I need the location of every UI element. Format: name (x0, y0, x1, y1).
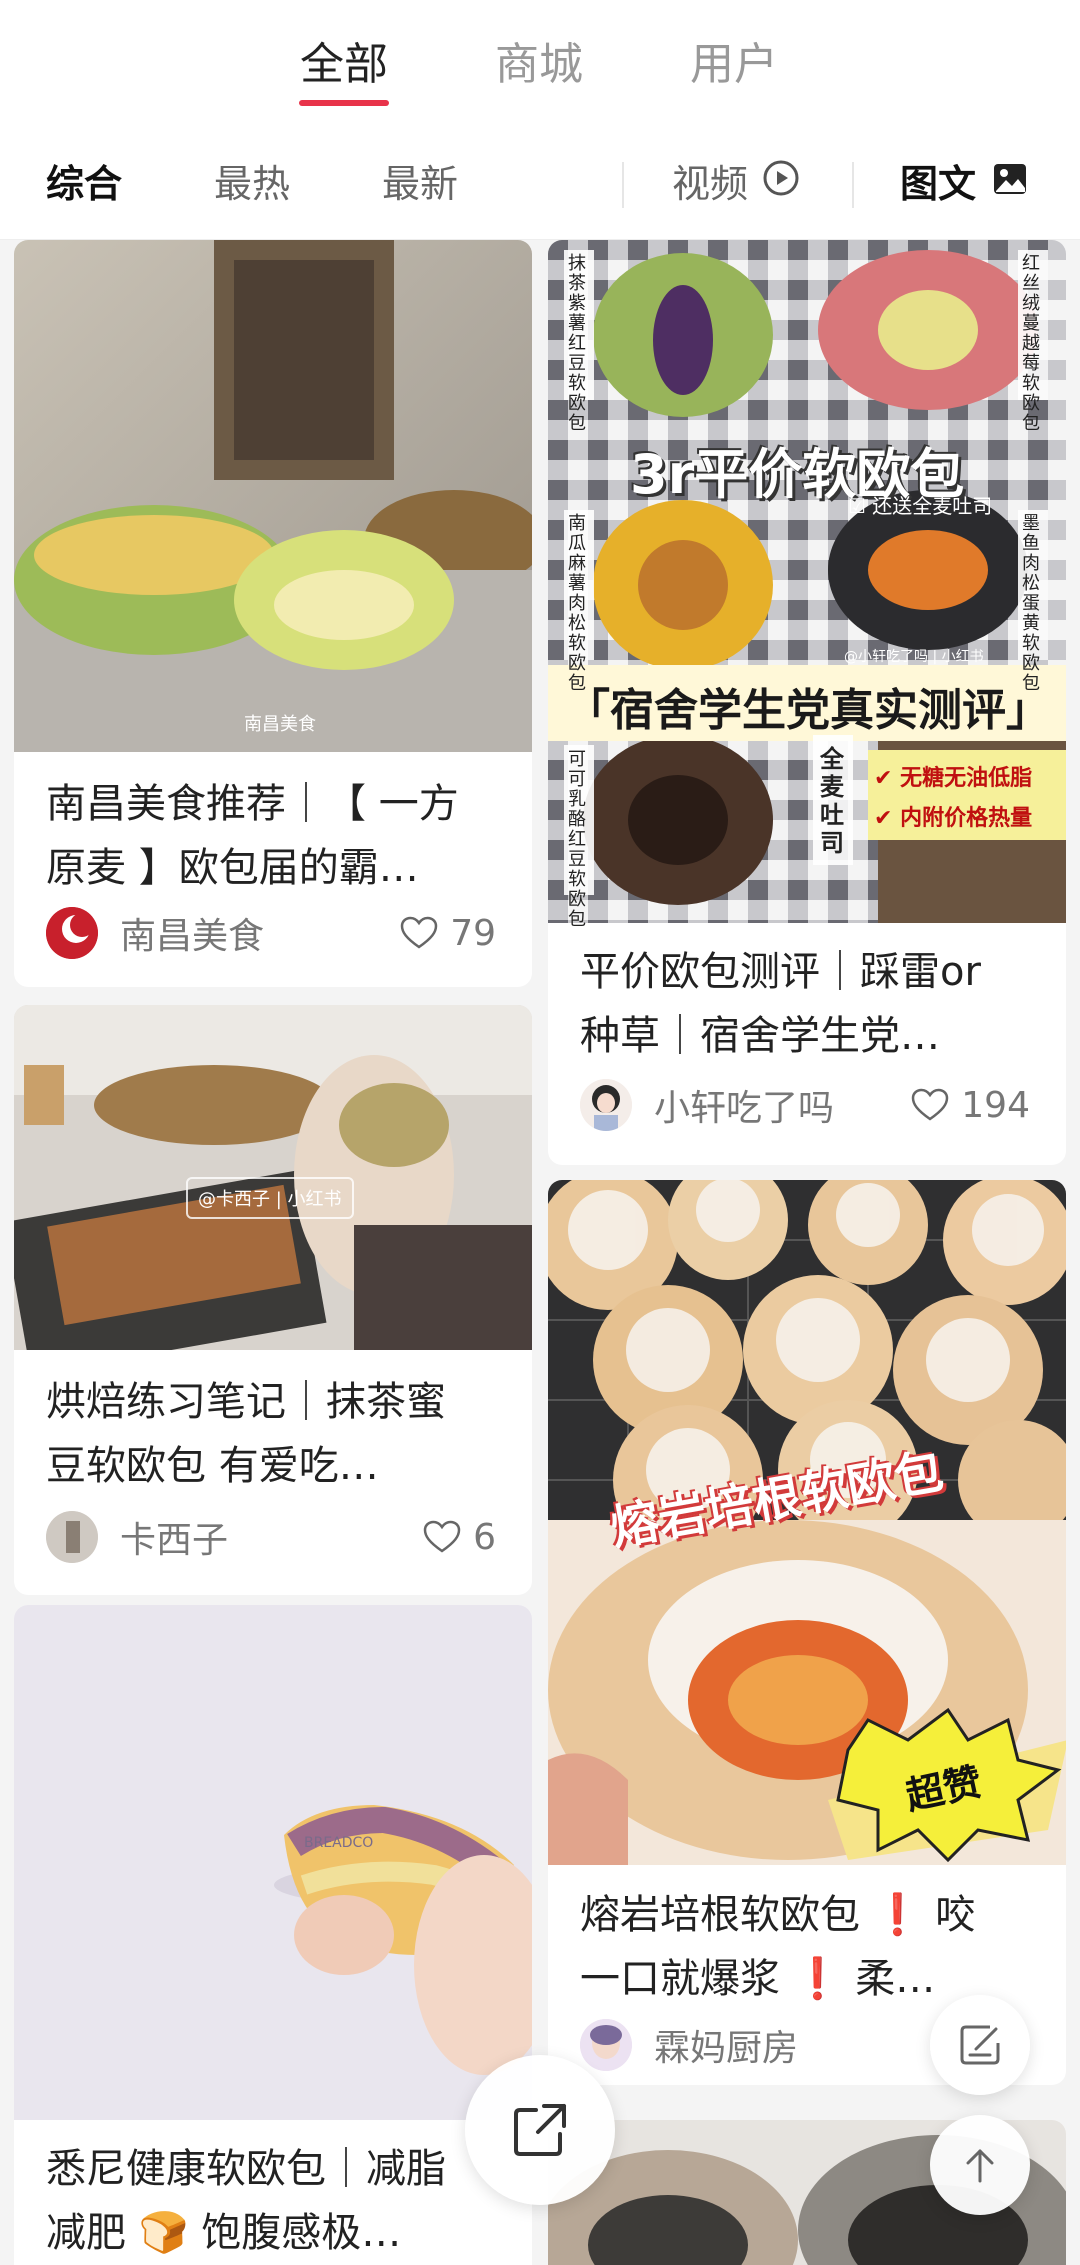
feed-card[interactable]: BREADCO 悉尼健康软欧包｜减脂 减肥 🍞 饱腹感极… (14, 1605, 532, 2265)
filter-image-text-label: 图文 (900, 162, 977, 206)
card-title-line: 悉尼健康软欧包｜减脂 (46, 2146, 446, 2192)
image-check-1-text: 无糖无油低脂 (900, 766, 1033, 791)
divider (622, 162, 624, 208)
filter-newest[interactable]: 最新 (382, 154, 458, 214)
heart-icon (400, 916, 438, 949)
filter-hottest[interactable]: 最热 (214, 154, 290, 214)
like-count: 194 (961, 1084, 1030, 1126)
image-side-label: 南瓜麻薯肉松软欧包 (568, 513, 586, 694)
filter-video[interactable]: 视频 (672, 154, 800, 214)
card-title-line: 熔岩培根软欧包 ❗ 咬 (580, 1892, 976, 1938)
card-title: 悉尼健康软欧包｜减脂 减肥 🍞 饱腹感极… (46, 2137, 508, 2265)
card-image[interactable]: 3r平价软欧包 ☑ 还送全麦吐司 「宿舍学生党真实测评」 ✔ 无糖无油低脂 ✔ … (548, 240, 1066, 930)
active-tab-indicator (299, 100, 389, 106)
filter-bar: 综合 最热 最新 视频 图文 (0, 130, 1080, 240)
like-count: 79 (450, 912, 496, 954)
card-title-line: 平价欧包测评｜踩雷or (580, 949, 981, 995)
like-button[interactable]: 6 (423, 1507, 496, 1567)
image-watermark: BREADCO (304, 1835, 374, 1851)
edit-note-button[interactable] (930, 1995, 1030, 2095)
image-watermark: @卡西子 | 小红书 (186, 1177, 354, 1219)
feed-card[interactable]: @卡西子 | 小红书 烘焙练习笔记｜抹茶蜜 豆软欧包 有爱吃… 卡西子 6 (14, 1005, 532, 1595)
author-name: 南昌美食 (120, 916, 265, 957)
card-title: 烘焙练习笔记｜抹茶蜜 豆软欧包 有爱吃… (46, 1370, 508, 1498)
share-button[interactable] (465, 2055, 615, 2205)
image-check-2: ✔ 内附价格热量 (874, 806, 1033, 831)
image-icon (992, 154, 1028, 214)
top-tab-bar: 全部 商城 用户 (0, 0, 1080, 130)
author-name: 卡西子 (120, 1520, 229, 1561)
author-name: 霖妈厨房 (654, 2028, 799, 2069)
image-watermark: @小轩吃了吗 | 小红书 (844, 649, 984, 665)
card-image[interactable]: 南昌美食 (14, 240, 532, 752)
like-count: 6 (473, 1516, 496, 1558)
card-title: 平价欧包测评｜踩雷or 种草｜宿舍学生党… (580, 940, 1042, 1068)
card-title-line: 烘焙练习笔记｜抹茶蜜 (46, 1379, 446, 1425)
share-icon (514, 2104, 566, 2156)
like-button[interactable]: 79 (400, 903, 496, 963)
card-image[interactable]: 熔岩培根软欧包 超赞 (548, 1180, 1066, 1865)
card-title-line: 豆软欧包 有爱吃… (46, 1443, 379, 1489)
avatar[interactable] (46, 1511, 98, 1563)
avatar[interactable] (580, 1079, 632, 1131)
filter-video-label: 视频 (672, 162, 749, 206)
card-title-line: 南昌美食推荐｜【 一方 (46, 781, 459, 827)
author-name: 小轩吃了吗 (654, 1088, 835, 1129)
divider (852, 162, 854, 208)
avatar[interactable] (580, 2019, 632, 2071)
card-title-line: 种草｜宿舍学生党… (580, 1013, 940, 1059)
card-image[interactable]: @卡西子 | 小红书 (14, 1005, 532, 1375)
tab-users[interactable]: 用户 (669, 28, 799, 92)
card-title-line: 减肥 🍞 饱腹感极… (46, 2210, 402, 2256)
image-side-label: 抹茶紫薯红豆软欧包 (568, 253, 586, 434)
scroll-to-top-button[interactable] (930, 2115, 1030, 2215)
heart-icon (423, 1520, 461, 1553)
image-watermark: 南昌美食 (244, 714, 316, 735)
card-author[interactable]: 小轩吃了吗 (580, 1075, 834, 1135)
feed-card[interactable]: 熔岩培根软欧包 超赞 熔岩培根软欧包 ❗ 咬 一口就爆浆 ❗ 柔… 霖妈厨房 (548, 1180, 1066, 2085)
image-note: ☑ 还送全麦吐司 (848, 494, 993, 518)
card-title: 南昌美食推荐｜【 一方 原麦 】欧包届的霸… (46, 772, 508, 900)
avatar[interactable] (46, 907, 98, 959)
feed-card[interactable]: 3r平价软欧包 ☑ 还送全麦吐司 「宿舍学生党真实测评」 ✔ 无糖无油低脂 ✔ … (548, 240, 1066, 1165)
tab-all[interactable]: 全部 (279, 28, 409, 92)
image-banner: 「宿舍学生党真实测评」 (566, 685, 1050, 736)
edit-icon (960, 2025, 1000, 2065)
card-image[interactable]: BREADCO (14, 1605, 532, 2120)
arrow-up-icon (966, 2149, 994, 2183)
heart-icon (912, 1088, 949, 1121)
tab-mall[interactable]: 商城 (474, 28, 604, 92)
card-author[interactable]: 卡西子 (46, 1507, 228, 1567)
image-check-2-text: 内附价格热量 (900, 806, 1033, 831)
feed-card[interactable]: 南昌美食 南昌美食推荐｜【 一方 原麦 】欧包届的霸… 南昌美食 79 (14, 240, 532, 987)
card-author[interactable]: 霖妈厨房 (580, 2015, 798, 2075)
card-title-line: 原麦 】欧包届的霸… (46, 845, 419, 891)
filter-image-text[interactable]: 图文 (900, 154, 1028, 214)
like-button[interactable]: 194 (911, 1075, 1030, 1135)
image-side-label: 全麦吐司 (820, 745, 844, 857)
image-side-label: 墨鱼肉松蛋黄软欧包 (1022, 513, 1040, 694)
card-title: 熔岩培根软欧包 ❗ 咬 一口就爆浆 ❗ 柔… (580, 1883, 1042, 2011)
image-side-label: 红丝绒蔓越莓软欧包 (1022, 253, 1040, 434)
play-circle-icon (762, 154, 800, 214)
card-author[interactable]: 南昌美食 (46, 903, 264, 963)
image-check-1: ✔ 无糖无油低脂 (874, 766, 1033, 791)
filter-comprehensive[interactable]: 综合 (46, 154, 122, 214)
image-side-label: 可可乳酪红豆软欧包 (568, 749, 586, 930)
